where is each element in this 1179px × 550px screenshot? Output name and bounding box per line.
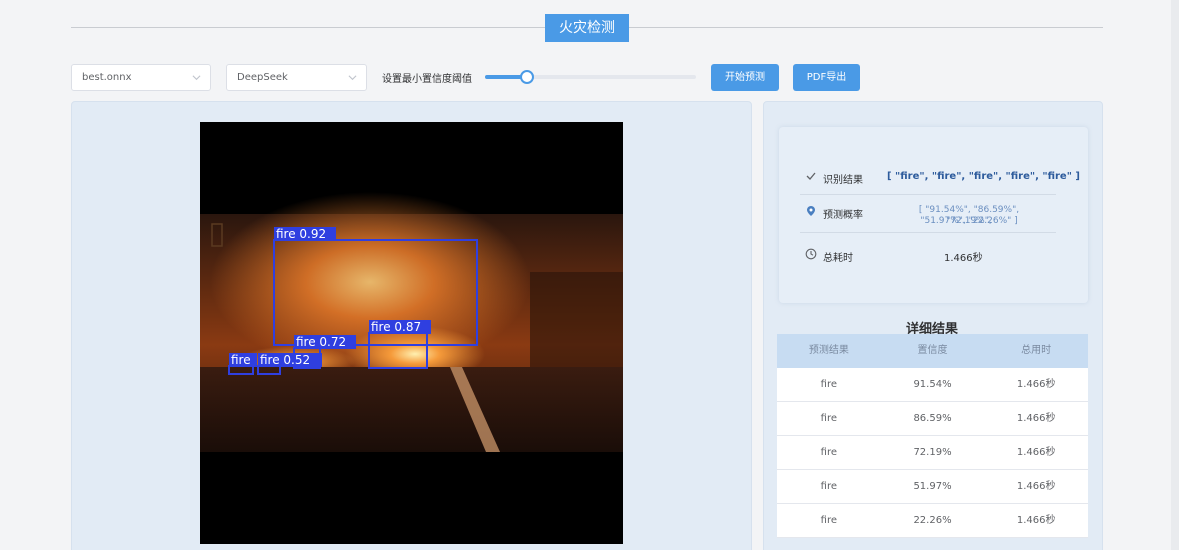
column-header: 预测结果 [808,345,849,356]
llm-select-value: DeepSeek [237,72,288,83]
location-pin-icon [807,206,815,216]
table-row: fire 22.26% 1.466秒 [777,504,1088,538]
table-cell: 1.466秒 [1016,413,1056,424]
table-cell: fire [820,379,837,390]
detection-image: fire 0.92 fire 0.87 fire 0.72 fire 0.52 … [200,122,623,544]
table-cell: 86.59% [913,413,952,424]
summary-divider [800,194,1056,195]
summary-divider [800,232,1056,233]
table-cell: fire [820,413,837,424]
total-time-label: 总耗时 [823,253,853,264]
detection-label: fire 0.87 [371,320,421,334]
result-value: [ "fire", "fire", "fire", "fire", "fire"… [887,171,1080,182]
model-select-value: best.onnx [82,72,132,83]
table-cell: 1.466秒 [1016,515,1056,526]
table-row: fire 72.19% 1.466秒 [777,436,1088,470]
table-cell: 1.466秒 [1016,447,1056,458]
details-table: 预测结果 置信度 总用时 fire 91.54% 1.466秒 fire 86.… [777,334,1088,538]
detection-label: fire [231,353,251,367]
table-row: fire 91.54% 1.466秒 [777,368,1088,402]
table-row: fire 51.97% 1.466秒 [777,470,1088,504]
check-icon [806,172,816,180]
probability-label: 预测概率 [823,210,863,221]
detection-label: fire 0.72 [296,335,346,349]
confidence-slider-handle[interactable] [520,70,535,84]
table-header: 预测结果 置信度 总用时 [777,334,1088,368]
confidence-slider[interactable] [485,70,696,84]
table-cell: 51.97% [913,481,952,492]
clock-icon [805,248,817,260]
result-label: 识别结果 [823,175,863,186]
total-time-value: 1.466秒 [944,253,983,264]
table-cell: fire [820,481,837,492]
table-cell: 72.19% [913,447,952,458]
confidence-label: 设置最小置信度阈值 [382,74,472,85]
page-title: 火灾检测 [545,14,629,42]
chevron-down-icon [348,75,357,81]
detection-label: fire 0.92 [276,227,326,241]
probability-value-line2: "51.97%", "22.26%" ] [920,216,1018,226]
column-header: 置信度 [917,345,948,356]
model-select[interactable]: best.onnx [71,64,211,91]
page: 火灾检测 best.onnx DeepSeek 设置最小置信度阈值 开始预测 P… [0,0,1179,550]
table-cell: 1.466秒 [1016,481,1056,492]
detection-label: fire 0.52 [260,353,310,367]
table-row: fire 86.59% 1.466秒 [777,402,1088,436]
start-predict-button[interactable]: 开始预测 [711,64,779,91]
page-scrollbar[interactable] [1171,0,1179,550]
chevron-down-icon [192,75,201,81]
llm-select[interactable]: DeepSeek [226,64,367,91]
table-cell: 91.54% [913,379,952,390]
column-header: 总用时 [1021,345,1052,356]
table-cell: fire [820,447,837,458]
table-cell: 22.26% [913,515,952,526]
pdf-export-button[interactable]: PDF导出 [793,64,860,91]
table-cell: fire [820,515,837,526]
table-cell: 1.466秒 [1016,379,1056,390]
